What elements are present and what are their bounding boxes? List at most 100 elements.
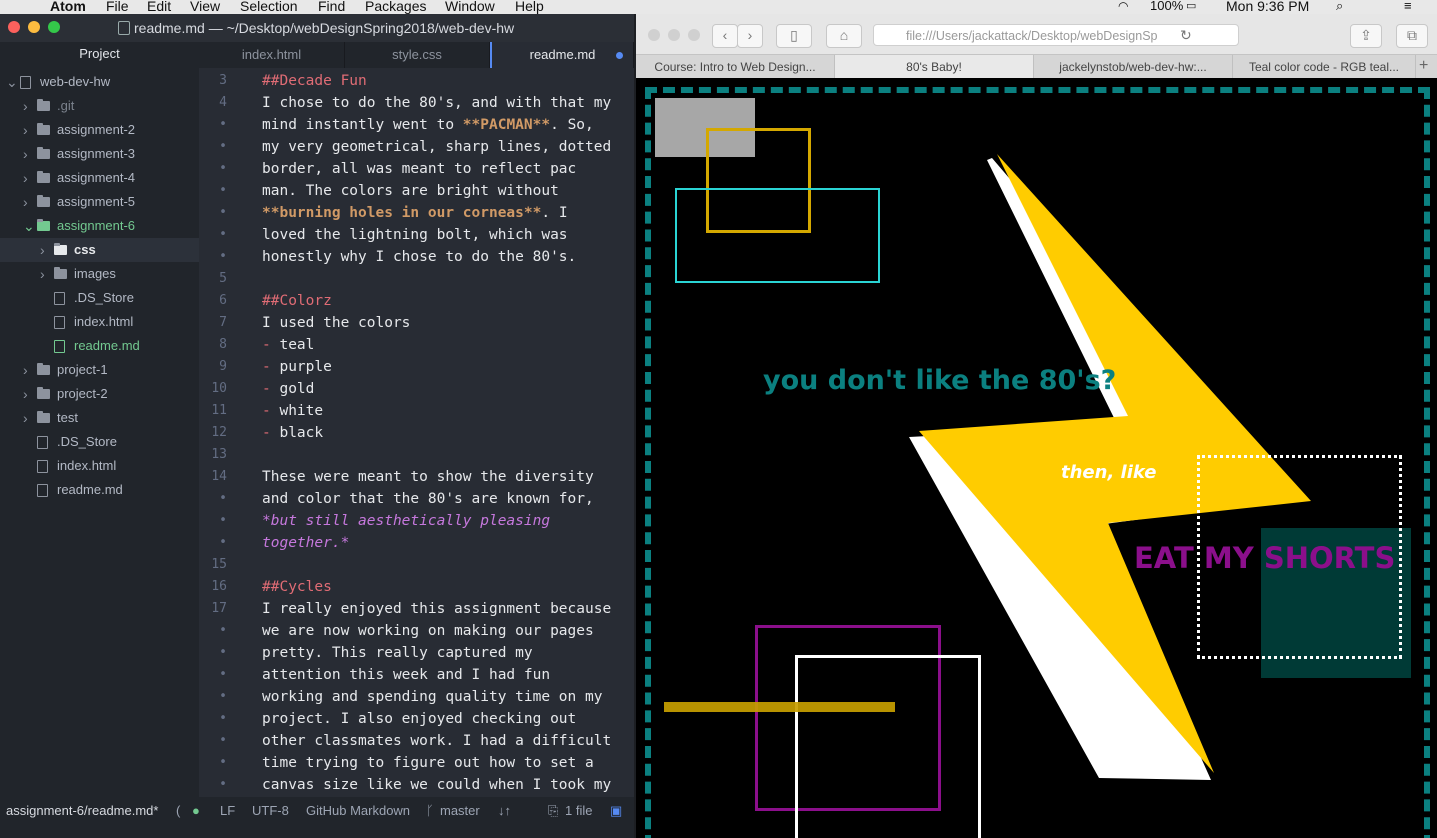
line-number: 16: [211, 579, 227, 594]
chevron-down-icon[interactable]: ⌄: [23, 214, 35, 238]
close-button[interactable]: [8, 21, 20, 33]
tree-item-label: readme.md: [57, 482, 123, 497]
chevron-right-icon[interactable]: ›: [40, 262, 45, 286]
line-number: •: [219, 249, 227, 264]
status-line-ending[interactable]: LF: [220, 803, 235, 818]
code-line: canvas size like we could when I took my: [262, 774, 611, 796]
menu-window[interactable]: Window: [445, 0, 495, 14]
git-fetch-icon[interactable]: ↓↑: [498, 803, 511, 818]
tree-item[interactable]: › css: [0, 238, 199, 262]
line-number: •: [219, 689, 227, 704]
notification-center-icon[interactable]: ≡: [1404, 0, 1412, 14]
tab-style-css[interactable]: style.css: [345, 42, 490, 68]
forward-button[interactable]: ›: [737, 24, 763, 48]
menu-clock[interactable]: Mon 9:36 PM: [1226, 0, 1309, 14]
tree-item[interactable]: .DS_Store: [0, 430, 199, 454]
menu-view[interactable]: View: [190, 0, 220, 14]
zoom-button[interactable]: [48, 21, 60, 33]
spotlight-icon[interactable]: ⌕: [1336, 0, 1343, 14]
tree-item[interactable]: ⌄ web-dev-hw: [0, 70, 199, 94]
tree-item[interactable]: ⌄ assignment-6: [0, 214, 199, 238]
browser-tab-course[interactable]: Course: Intro to Web Design...: [636, 55, 835, 79]
menu-edit[interactable]: Edit: [147, 0, 171, 14]
code-line: ##Cycles: [262, 576, 332, 598]
chevron-right-icon[interactable]: ›: [23, 190, 28, 214]
chevron-right-icon[interactable]: ›: [23, 406, 28, 430]
chevron-down-icon[interactable]: ⌄: [6, 70, 18, 94]
tree-item[interactable]: › assignment-3: [0, 142, 199, 166]
code-token: gold: [279, 381, 315, 397]
browser-close-button[interactable]: [648, 29, 660, 41]
package-icon[interactable]: ▣: [610, 803, 622, 819]
top-sites-icon[interactable]: ⌂: [826, 24, 862, 48]
menu-bar: Atom File Edit View Selection Find Packa…: [0, 0, 1437, 14]
status-file-path[interactable]: assignment-6/readme.md*: [6, 803, 158, 818]
battery-percent[interactable]: 100%: [1150, 0, 1183, 14]
page-text-then-like: then, like: [1061, 462, 1157, 483]
menu-app-name[interactable]: Atom: [50, 0, 86, 14]
show-tabs-icon[interactable]: ⧉: [1396, 24, 1428, 48]
code-token: honestly why I chose to do the 80's.: [262, 249, 577, 265]
web-page-canvas: you don't like the 80's? then, like EAT …: [636, 78, 1437, 838]
tree-item[interactable]: readme.md: [0, 334, 199, 358]
browser-tab-teal[interactable]: Teal color code - RGB teal...: [1233, 55, 1416, 79]
browser-tab-github[interactable]: jackelynstob/web-dev-hw:...: [1034, 55, 1233, 79]
tree-item[interactable]: readme.md: [0, 478, 199, 502]
chevron-right-icon[interactable]: ›: [23, 382, 28, 406]
new-tab-icon[interactable]: +: [1419, 57, 1428, 75]
tree-view-header[interactable]: Project: [0, 42, 199, 66]
sidebar-toggle-icon[interactable]: ▯: [776, 24, 812, 48]
chevron-right-icon[interactable]: ›: [23, 358, 28, 382]
tree-item[interactable]: .DS_Store: [0, 286, 199, 310]
tree-item[interactable]: › assignment-2: [0, 118, 199, 142]
text-editor[interactable]: 3 ##Decade Fun 4 I chose to do the 80's, an…: [199, 68, 634, 811]
reload-icon[interactable]: ↻: [1180, 27, 1192, 44]
file-icon: [54, 316, 65, 329]
menu-selection[interactable]: Selection: [240, 0, 298, 14]
menu-help[interactable]: Help: [515, 0, 544, 14]
tree-item[interactable]: › .git: [0, 94, 199, 118]
status-encoding[interactable]: UTF-8: [252, 803, 289, 818]
status-branch[interactable]: master: [440, 803, 480, 818]
menu-file[interactable]: File: [106, 0, 129, 14]
wifi-icon[interactable]: ◠: [1118, 0, 1128, 14]
status-grammar[interactable]: GitHub Markdown: [306, 803, 410, 818]
tree-item[interactable]: index.html: [0, 454, 199, 478]
tree-item[interactable]: › project-2: [0, 382, 199, 406]
chevron-right-icon[interactable]: ›: [23, 142, 28, 166]
code-line: *but still aesthetically pleasing: [262, 510, 550, 532]
tree-item[interactable]: › images: [0, 262, 199, 286]
battery-icon[interactable]: ▭: [1186, 0, 1196, 14]
tree-item[interactable]: › project-1: [0, 358, 199, 382]
status-files[interactable]: 1 file: [565, 803, 592, 818]
browser-tab-label: 80's Baby!: [906, 60, 962, 74]
chevron-right-icon[interactable]: ›: [40, 238, 45, 262]
tree-item[interactable]: › test: [0, 406, 199, 430]
minimize-button[interactable]: [28, 21, 40, 33]
back-button[interactable]: ‹: [712, 24, 738, 48]
tree-item[interactable]: index.html: [0, 310, 199, 334]
code-line: ##Decade Fun: [262, 70, 367, 92]
tree-item[interactable]: › assignment-4: [0, 166, 199, 190]
line-number: 7: [219, 315, 227, 330]
browser-minimize-button[interactable]: [668, 29, 680, 41]
tree-item[interactable]: › assignment-5: [0, 190, 199, 214]
code-token: attention this week and I had fun: [262, 667, 551, 683]
browser-tab-80s-baby[interactable]: 80's Baby!: [835, 55, 1034, 79]
share-icon[interactable]: ⇪: [1350, 24, 1382, 48]
diff-icon: ⎘: [548, 803, 559, 818]
menu-packages[interactable]: Packages: [365, 0, 426, 14]
browser-zoom-button[interactable]: [688, 29, 700, 41]
tab-index-html[interactable]: index.html: [199, 42, 345, 68]
chevron-right-icon[interactable]: ›: [23, 94, 28, 118]
chevron-right-icon[interactable]: ›: [23, 118, 28, 142]
code-token: . So,: [550, 117, 594, 133]
chevron-right-icon[interactable]: ›: [23, 166, 28, 190]
menu-find[interactable]: Find: [318, 0, 345, 14]
code-line: honestly why I chose to do the 80's.: [262, 246, 576, 268]
line-number: 8: [219, 337, 227, 352]
code-line: pretty. This really captured my: [262, 642, 533, 664]
tab-readme-md[interactable]: readme.md: [490, 42, 634, 68]
folder-icon: [37, 195, 50, 207]
code-line: loved the lightning bolt, which was: [262, 224, 568, 246]
